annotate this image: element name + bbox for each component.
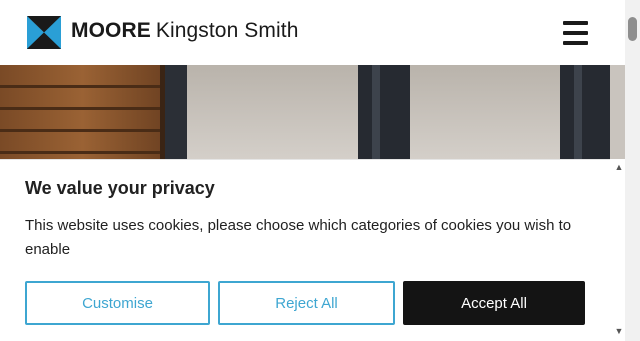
brand-name[interactable]: MOORE Kingston Smith bbox=[71, 19, 298, 43]
accept-all-button[interactable]: Accept All bbox=[403, 281, 585, 325]
cookie-description: This website uses cookies, please choose… bbox=[25, 217, 572, 258]
reject-all-button[interactable]: Reject All bbox=[218, 281, 395, 325]
customise-button[interactable]: Customise bbox=[25, 281, 210, 325]
hero-image bbox=[0, 65, 625, 159]
page-scrollbar[interactable] bbox=[625, 0, 640, 341]
scroll-up-arrow-icon[interactable]: ▲ bbox=[613, 162, 625, 172]
brand-name-light: Kingston Smith bbox=[155, 19, 299, 42]
site-header: MOORE Kingston Smith bbox=[0, 0, 625, 65]
brand-name-bold: MOORE bbox=[71, 19, 151, 42]
hero-photo bbox=[0, 65, 625, 159]
moore-logo-icon[interactable] bbox=[27, 16, 61, 49]
page-scrollbar-thumb[interactable] bbox=[628, 17, 637, 41]
hamburger-menu-icon[interactable] bbox=[563, 19, 589, 47]
cookie-title: We value your privacy bbox=[25, 178, 215, 198]
cookie-banner-scrollbar[interactable] bbox=[610, 159, 625, 341]
scroll-down-arrow-icon[interactable]: ▼ bbox=[613, 326, 625, 336]
cookie-consent-banner: We value your privacy This website uses … bbox=[0, 159, 610, 341]
